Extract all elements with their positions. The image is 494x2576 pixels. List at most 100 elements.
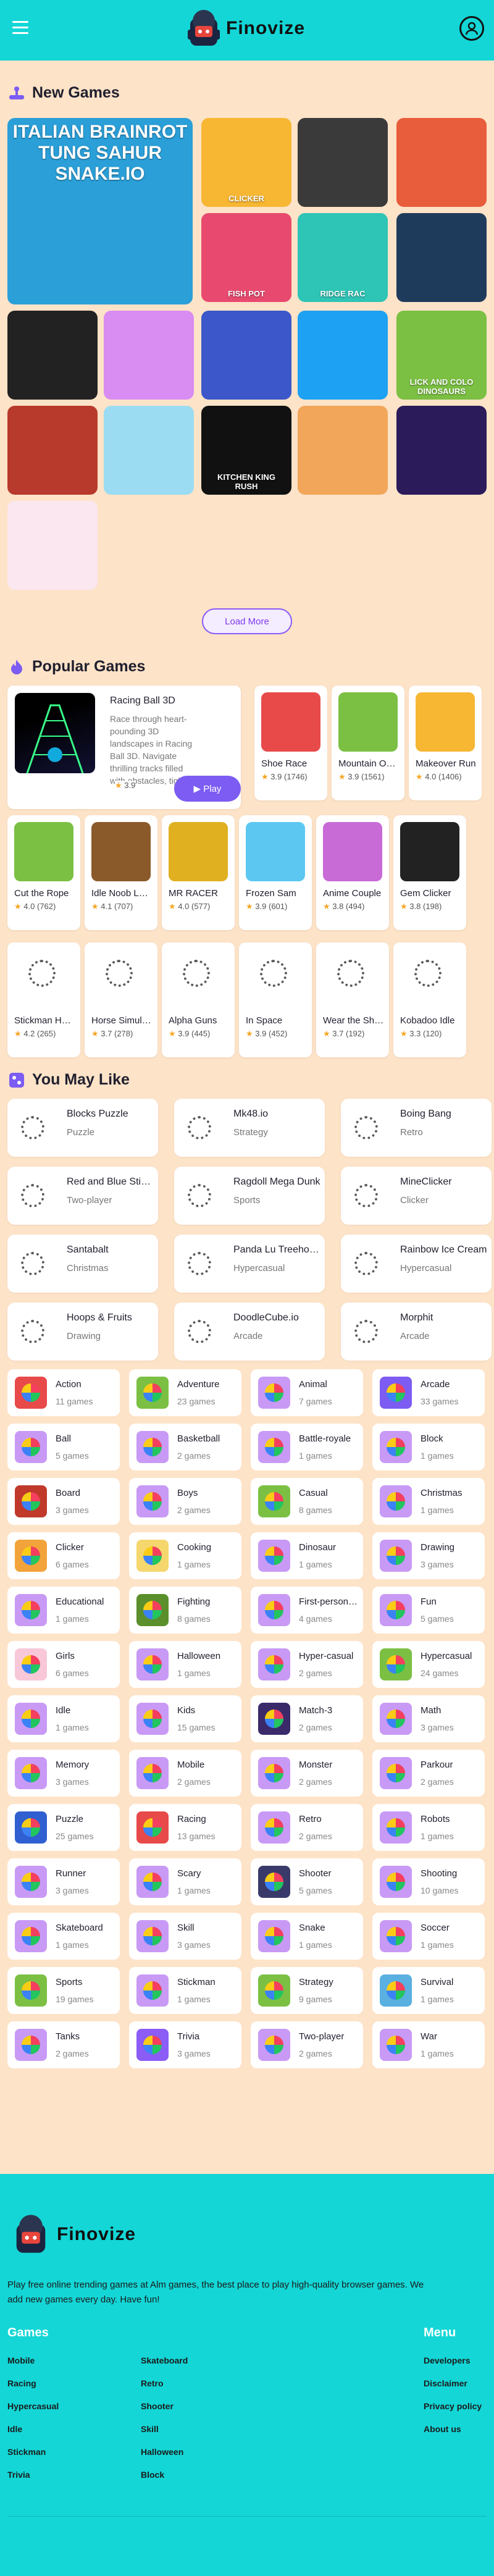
popular-game-card[interactable]: Frozen Sam ★ 3.9 (601): [239, 815, 312, 930]
footer-logo[interactable]: Finovize: [12, 2212, 136, 2257]
popular-game-card[interactable]: Horse Simulator ★ 3.7 (278): [85, 942, 157, 1057]
new-game-tile[interactable]: [104, 406, 194, 495]
recommended-game-card[interactable]: Mk48.io Strategy: [174, 1099, 325, 1157]
category-card[interactable]: Tanks 2 games: [7, 2021, 120, 2068]
recommended-game-card[interactable]: MineClicker Clicker: [341, 1167, 492, 1225]
recommended-game-card[interactable]: Morphit Arcade: [341, 1303, 492, 1361]
category-card[interactable]: Fighting 8 games: [129, 1587, 241, 1634]
recommended-game-card[interactable]: Hoops & Fruits Drawing: [7, 1303, 158, 1361]
category-card[interactable]: Robots 1 games: [372, 1804, 485, 1851]
recommended-game-card[interactable]: Blocks Puzzle Puzzle: [7, 1099, 158, 1157]
footer-link[interactable]: Block: [141, 2470, 164, 2480]
new-game-tile[interactable]: [396, 406, 487, 495]
category-card[interactable]: Hypercasual 24 games: [372, 1641, 485, 1688]
new-game-tile[interactable]: [396, 213, 487, 302]
category-card[interactable]: Board 3 games: [7, 1478, 120, 1525]
category-card[interactable]: Kids 15 games: [129, 1695, 241, 1742]
new-game-tile[interactable]: RIDGE RAC: [298, 213, 388, 302]
category-card[interactable]: Sports 19 games: [7, 1967, 120, 2014]
footer-link[interactable]: Skill: [141, 2424, 159, 2434]
category-card[interactable]: Shooting 10 games: [372, 1858, 485, 1905]
footer-link[interactable]: Developers: [424, 2356, 470, 2365]
popular-game-card[interactable]: Stickman Hook ★ 4.2 (265): [7, 942, 80, 1057]
footer-link[interactable]: About us: [424, 2424, 461, 2434]
category-card[interactable]: Strategy 9 games: [251, 1967, 363, 2014]
category-card[interactable]: Math 3 games: [372, 1695, 485, 1742]
category-card[interactable]: Memory 3 games: [7, 1750, 120, 1797]
category-card[interactable]: Puzzle 25 games: [7, 1804, 120, 1851]
popular-game-card[interactable]: Wear the Shoes ★ 3.7 (192): [316, 942, 389, 1057]
footer-link[interactable]: Halloween: [141, 2447, 183, 2457]
category-card[interactable]: Retro 2 games: [251, 1804, 363, 1851]
new-game-tile[interactable]: ITALIAN BRAINROT TUNG SAHUR SNAKE.IO: [7, 118, 193, 304]
footer-link[interactable]: Stickman: [7, 2447, 46, 2457]
popular-game-card[interactable]: Gem Clicker ★ 3.8 (198): [393, 815, 466, 930]
category-card[interactable]: Idle 1 games: [7, 1695, 120, 1742]
category-card[interactable]: Trivia 3 games: [129, 2021, 241, 2068]
hamburger-menu-icon[interactable]: [12, 21, 28, 35]
category-card[interactable]: Parkour 2 games: [372, 1750, 485, 1797]
new-game-tile[interactable]: [298, 406, 388, 495]
play-button[interactable]: ▶ Play: [174, 776, 241, 802]
category-card[interactable]: Monster 2 games: [251, 1750, 363, 1797]
category-card[interactable]: Skateboard 1 games: [7, 1913, 120, 1960]
category-card[interactable]: Runner 3 games: [7, 1858, 120, 1905]
category-card[interactable]: Casual 8 games: [251, 1478, 363, 1525]
popular-game-card[interactable]: Makeover Run ★ 4.0 (1406): [409, 686, 482, 800]
popular-game-card[interactable]: Idle Noob Lumberjack ★ 4.1 (707): [85, 815, 157, 930]
featured-game-card[interactable]: Racing Ball 3D Race through heart-poundi…: [7, 686, 241, 809]
category-card[interactable]: Two-player 2 games: [251, 2021, 363, 2068]
new-game-tile[interactable]: FISH POT: [201, 213, 291, 302]
category-card[interactable]: First-person-shooter 4 games: [251, 1587, 363, 1634]
popular-game-card[interactable]: Cut the Rope ★ 4.0 (762): [7, 815, 80, 930]
popular-game-card[interactable]: Alpha Guns ★ 3.9 (445): [162, 942, 235, 1057]
category-card[interactable]: Christmas 1 games: [372, 1478, 485, 1525]
category-card[interactable]: Animal 7 games: [251, 1369, 363, 1416]
footer-link[interactable]: Mobile: [7, 2356, 35, 2365]
recommended-game-card[interactable]: Rainbow Ice Cream Hypercasual: [341, 1235, 492, 1293]
recommended-game-card[interactable]: Santabalt Christmas: [7, 1235, 158, 1293]
category-card[interactable]: Shooter 5 games: [251, 1858, 363, 1905]
category-card[interactable]: Drawing 3 games: [372, 1532, 485, 1579]
new-game-tile[interactable]: [104, 311, 194, 400]
user-account-icon[interactable]: [459, 16, 484, 41]
category-card[interactable]: Stickman 1 games: [129, 1967, 241, 2014]
category-card[interactable]: Racing 13 games: [129, 1804, 241, 1851]
footer-link[interactable]: Skateboard: [141, 2356, 188, 2365]
recommended-game-card[interactable]: Panda Lu Treehouse Hypercasual: [174, 1235, 325, 1293]
footer-link[interactable]: Disclaimer: [424, 2378, 467, 2388]
new-game-tile[interactable]: [396, 118, 487, 207]
footer-link[interactable]: Trivia: [7, 2470, 30, 2480]
new-game-tile[interactable]: KITCHEN KING RUSH: [201, 406, 291, 495]
popular-game-card[interactable]: In Space ★ 3.9 (452): [239, 942, 312, 1057]
category-card[interactable]: War 1 games: [372, 2021, 485, 2068]
category-card[interactable]: Block 1 games: [372, 1424, 485, 1471]
category-card[interactable]: Action 11 games: [7, 1369, 120, 1416]
category-card[interactable]: Girls 6 games: [7, 1641, 120, 1688]
new-game-tile[interactable]: [298, 118, 388, 207]
category-card[interactable]: Scary 1 games: [129, 1858, 241, 1905]
category-card[interactable]: Survival 1 games: [372, 1967, 485, 2014]
category-card[interactable]: Hyper-casual 2 games: [251, 1641, 363, 1688]
popular-game-card[interactable]: Kobadoo Idle ★ 3.3 (120): [393, 942, 466, 1057]
recommended-game-card[interactable]: DoodleCube.io Arcade: [174, 1303, 325, 1361]
new-game-tile[interactable]: [7, 406, 98, 495]
popular-game-card[interactable]: Anime Couple ★ 3.8 (494): [316, 815, 389, 930]
category-card[interactable]: Adventure 23 games: [129, 1369, 241, 1416]
popular-game-card[interactable]: Mountain Operation ★ 3.9 (1561): [332, 686, 404, 800]
new-game-tile[interactable]: [298, 311, 388, 400]
category-card[interactable]: Fun 5 games: [372, 1587, 485, 1634]
category-card[interactable]: Arcade 33 games: [372, 1369, 485, 1416]
category-card[interactable]: Cooking 1 games: [129, 1532, 241, 1579]
category-card[interactable]: Halloween 1 games: [129, 1641, 241, 1688]
new-game-tile[interactable]: LICK AND COLO DINOSAURS: [396, 311, 487, 400]
footer-link[interactable]: Shooter: [141, 2401, 174, 2411]
recommended-game-card[interactable]: Ragdoll Mega Dunk Sports: [174, 1167, 325, 1225]
category-card[interactable]: Soccer 1 games: [372, 1913, 485, 1960]
load-more-button[interactable]: Load More: [202, 608, 292, 634]
footer-link[interactable]: Idle: [7, 2424, 22, 2434]
popular-game-card[interactable]: MR RACER ★ 4.0 (577): [162, 815, 235, 930]
new-game-tile[interactable]: [201, 311, 291, 400]
site-logo[interactable]: Finovize: [186, 7, 305, 49]
category-card[interactable]: Educational 1 games: [7, 1587, 120, 1634]
